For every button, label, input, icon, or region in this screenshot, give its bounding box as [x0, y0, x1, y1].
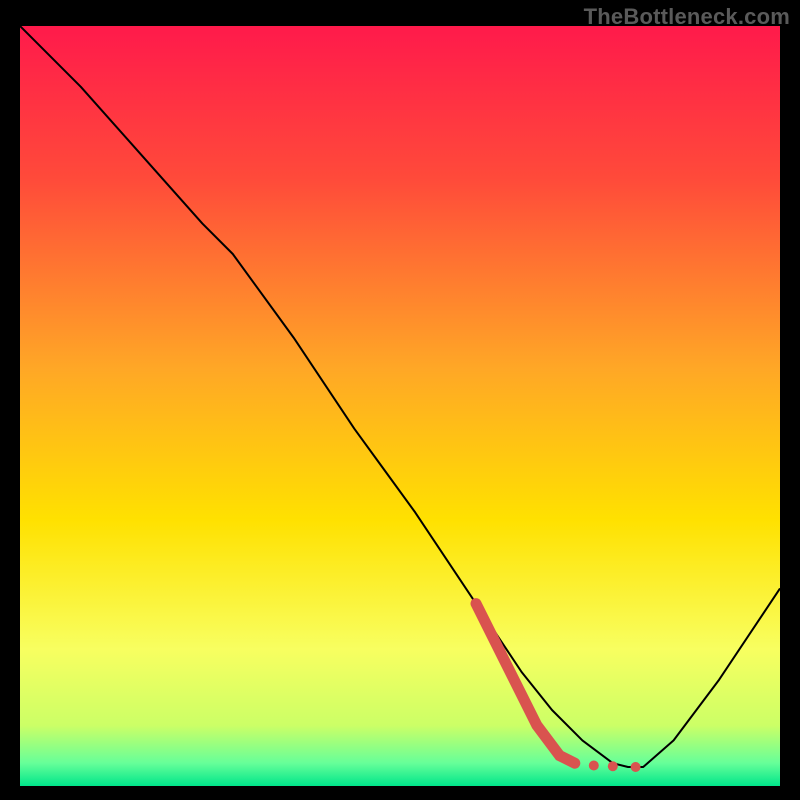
minimum-dots: [608, 761, 618, 771]
chart-frame: TheBottleneck.com: [0, 0, 800, 800]
bottleneck-chart: [20, 26, 780, 786]
watermark-text: TheBottleneck.com: [584, 4, 790, 30]
minimum-dots: [589, 761, 599, 771]
minimum-dots: [631, 762, 641, 772]
